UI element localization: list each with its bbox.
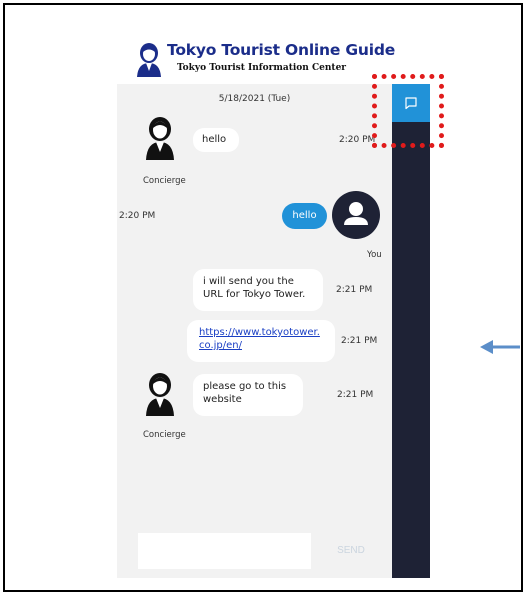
sender-name: You <box>367 250 382 260</box>
message-time: 2:21 PM <box>336 285 373 295</box>
user-avatar <box>332 191 380 239</box>
link-message-bubble: https://www.tokyotower. co.jp/en/ <box>187 320 335 362</box>
send-button[interactable]: SEND <box>319 533 383 569</box>
link-line-2: co.jp/en/ <box>199 340 242 351</box>
message-input[interactable] <box>138 533 311 569</box>
message-bubble: i will send you the URL for Tokyo Tower. <box>193 269 323 311</box>
sidebar <box>392 84 430 578</box>
link-line-1: https://www.tokyotower. <box>199 327 320 338</box>
message-time: 2:21 PM <box>337 390 374 400</box>
message-time: 2:21 PM <box>341 336 378 346</box>
concierge-logo-icon <box>137 43 161 77</box>
chat-panel[interactable]: 5/18/2021 (Tue) Concierge hello 2:20 PM … <box>117 84 392 578</box>
user-icon <box>344 202 368 225</box>
message-bubble: please go to this website <box>193 374 303 416</box>
app-subtitle: Tokyo Tourist Information Center <box>177 63 347 73</box>
message-time: 2:20 PM <box>119 211 156 221</box>
arrow-left-icon <box>480 340 520 354</box>
message-bubble: hello <box>193 128 239 152</box>
concierge-avatar-icon <box>146 373 174 416</box>
app-title: Tokyo Tourist Online Guide <box>167 41 396 59</box>
user-message-bubble: hello <box>282 203 327 229</box>
message-time: 2:20 PM <box>339 135 376 145</box>
tokyo-tower-link[interactable]: https://www.tokyotower. co.jp/en/ <box>199 327 320 351</box>
chat-date: 5/18/2021 (Tue) <box>218 94 291 104</box>
highlight-annotation <box>372 74 444 148</box>
sender-name: Concierge <box>143 176 186 186</box>
concierge-avatar-icon <box>146 117 174 160</box>
sender-name: Concierge <box>143 430 186 440</box>
